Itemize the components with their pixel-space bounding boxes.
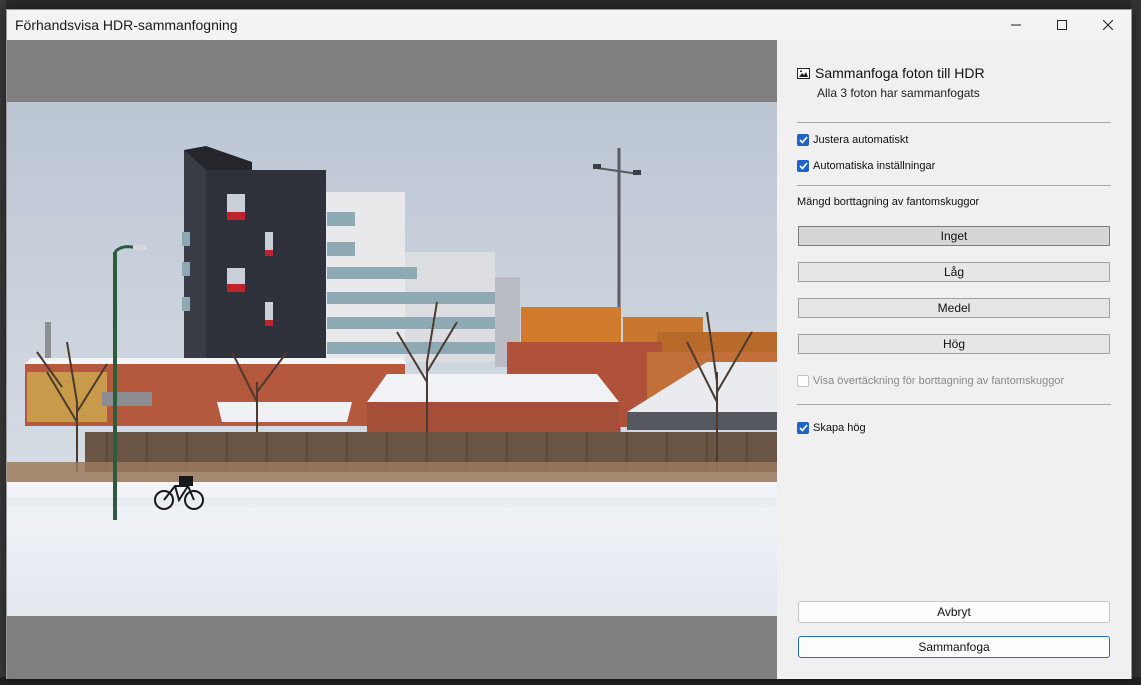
deghost-overlay-label: Visa övertäckning för borttagning av fan… [813, 375, 1065, 387]
divider [797, 122, 1111, 123]
create-stack-label: Skapa hög [813, 422, 866, 434]
merge-status: Alla 3 foton har sammanfogats [817, 86, 980, 100]
auto-settings-checkbox[interactable]: Automatiska inställningar [797, 160, 935, 172]
close-button[interactable] [1085, 10, 1131, 40]
auto-align-checkbox[interactable]: Justera automatiskt [797, 134, 908, 146]
hdr-preview-area [7, 40, 777, 679]
create-stack-checkbox[interactable]: Skapa hög [797, 422, 866, 434]
checkbox-checked-icon [797, 134, 809, 146]
deghost-low-label: Låg [943, 265, 965, 279]
maximize-button[interactable] [1039, 10, 1085, 40]
divider [797, 185, 1111, 186]
deghost-medium-label: Medel [937, 301, 971, 315]
close-icon [1103, 20, 1113, 30]
merge-label: Sammanfoga [918, 640, 990, 654]
minimize-button[interactable] [993, 10, 1039, 40]
deghost-medium-button[interactable]: Medel [798, 298, 1110, 318]
minimize-icon [1011, 24, 1021, 26]
auto-settings-label: Automatiska inställningar [813, 160, 936, 172]
maximize-icon [1057, 20, 1067, 30]
divider [797, 404, 1111, 405]
checkbox-checked-icon [797, 160, 809, 172]
settings-panel: Sammanfoga foton till HDR Alla 3 foton h… [777, 40, 1131, 679]
deghost-none-button[interactable]: Inget [798, 226, 1110, 246]
background-app-right [1131, 0, 1141, 685]
hdr-merge-dialog: Förhandsvisa HDR-sammanfogning Sammanfog… [6, 9, 1132, 679]
deghost-low-button[interactable]: Låg [798, 262, 1110, 282]
deghost-label: Mängd borttagning av fantomskuggor [797, 196, 980, 208]
deghost-overlay-checkbox[interactable]: Visa övertäckning för borttagning av fan… [797, 375, 1064, 387]
deghost-high-label: Hög [942, 337, 965, 351]
photo-merge-icon [797, 68, 810, 79]
deghost-none-label: Inget [940, 229, 968, 243]
auto-align-label: Justera automatiskt [813, 134, 909, 146]
cancel-button[interactable]: Avbryt [798, 601, 1110, 623]
title-bar[interactable]: Förhandsvisa HDR-sammanfogning [7, 10, 1131, 40]
deghost-high-button[interactable]: Hög [798, 334, 1110, 354]
cancel-label: Avbryt [937, 605, 971, 619]
merge-button[interactable]: Sammanfoga [798, 636, 1110, 658]
panel-heading: Sammanfoga foton till HDR [815, 65, 985, 81]
preview-photo [7, 102, 777, 616]
checkbox-unchecked-icon [797, 375, 809, 387]
checkbox-checked-icon [797, 422, 809, 434]
window-title: Förhandsvisa HDR-sammanfogning [15, 17, 238, 33]
